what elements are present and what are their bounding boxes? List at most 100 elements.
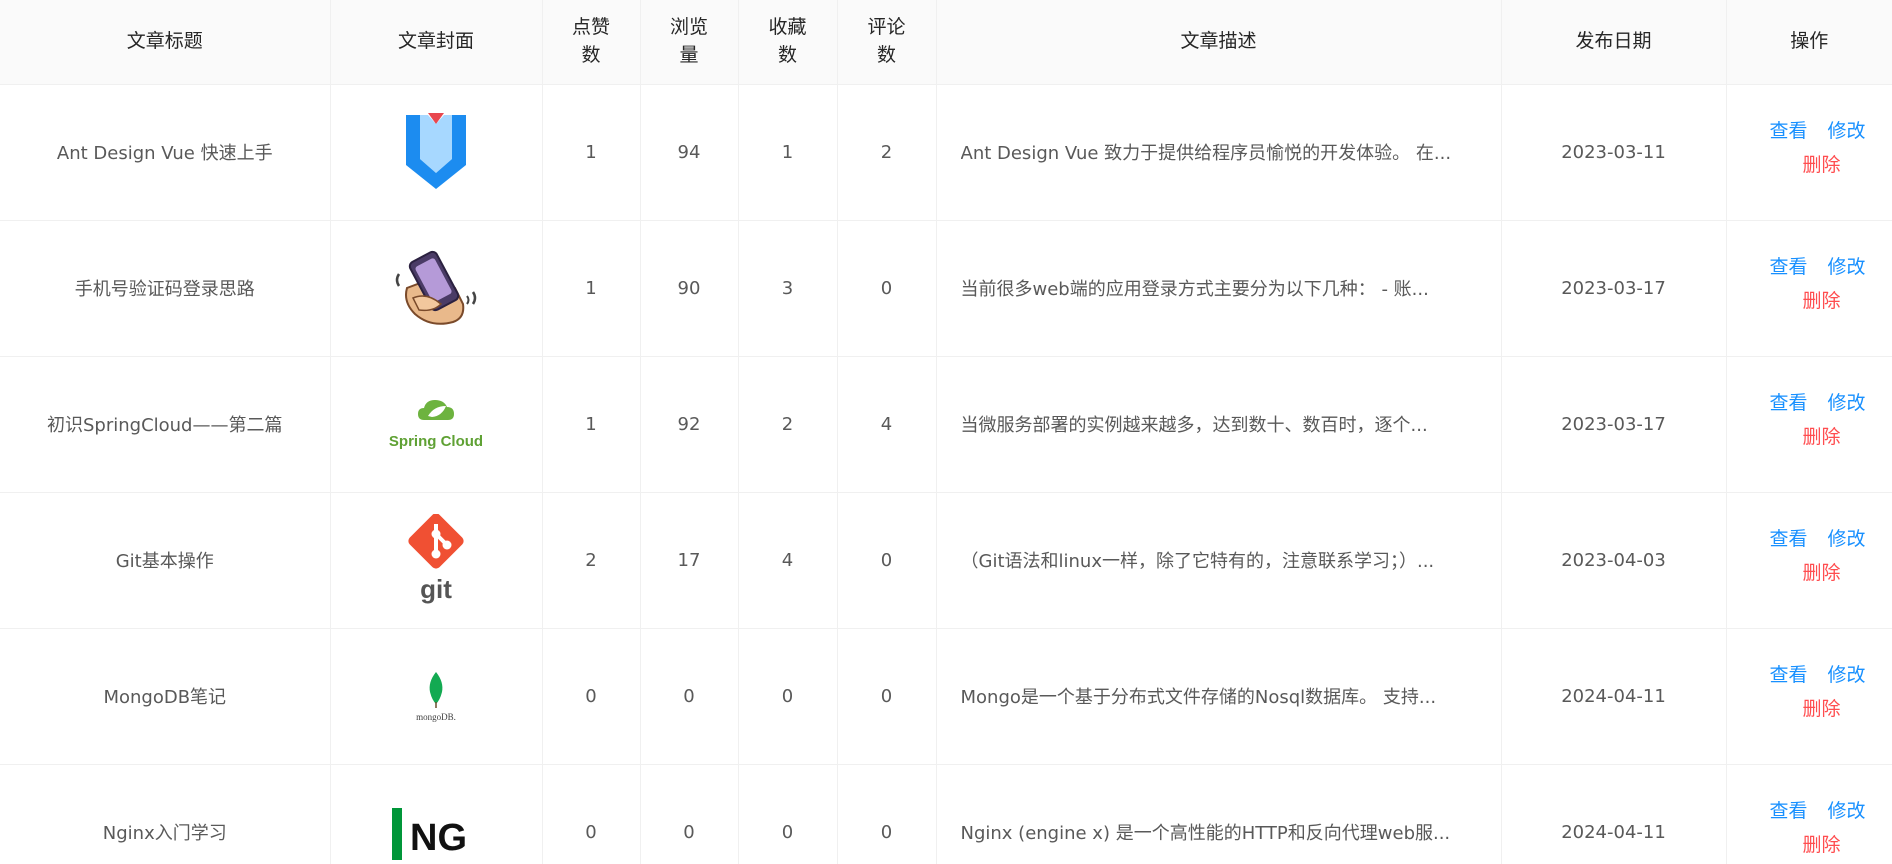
view-link[interactable]: 查看	[1770, 796, 1808, 823]
cell-likes: 1	[542, 84, 641, 221]
ant-design-vue-logo-svg	[406, 113, 466, 189]
row-actions: 查看 修改 删除	[1727, 520, 1892, 600]
article-title: MongoDB笔记	[103, 687, 227, 708]
nginx-logo-icon: NG	[388, 784, 484, 864]
spring-cloud-logo-text: Spring Cloud	[389, 433, 483, 450]
cell-actions: 查看 修改 删除	[1726, 84, 1892, 221]
cell-cover: git	[330, 492, 543, 629]
cell-title: Git基本操作	[0, 492, 331, 629]
article-table-container: 文章标题 文章封面 点赞 数 浏览 量 收藏 数 评论 数 文章描述 发布日期 …	[0, 0, 1892, 864]
table-row: Ant Design Vue 快速上手 1 94 1 2 Ant Design …	[0, 84, 1892, 221]
article-title: Git基本操作	[115, 551, 214, 572]
view-link[interactable]: 查看	[1770, 524, 1808, 551]
delete-link[interactable]: 删除	[1803, 558, 1841, 585]
spring-cloud-logo-svg: Spring Cloud	[389, 400, 483, 450]
cell-title: 初识SpringCloud——第二篇	[0, 356, 331, 493]
cell-actions: 查看 修改 删除	[1726, 492, 1892, 629]
delete-link[interactable]: 删除	[1803, 694, 1841, 721]
delete-link[interactable]: 删除	[1803, 150, 1841, 177]
git-logo-text: git	[420, 574, 452, 604]
cell-likes: 0	[542, 628, 641, 765]
cell-actions: 查看 修改 删除	[1726, 764, 1892, 864]
cell-views: 0	[640, 628, 739, 765]
delete-link[interactable]: 删除	[1803, 286, 1841, 313]
cell-cover	[330, 220, 543, 357]
cell-description: Nginx (engine x) 是一个高性能的HTTP和反向代理web服...	[936, 764, 1502, 864]
cell-views: 94	[640, 84, 739, 221]
nginx-logo-svg: NG	[392, 808, 467, 860]
cell-title: Nginx入门学习	[0, 764, 331, 864]
cell-date: 2024-04-11	[1501, 764, 1727, 864]
phone-in-hand-icon	[388, 240, 484, 336]
cell-views: 92	[640, 356, 739, 493]
cell-favorites: 4	[738, 492, 838, 629]
edit-link[interactable]: 修改	[1828, 388, 1866, 415]
row-actions: 查看 修改 删除	[1727, 656, 1892, 736]
column-header-comments: 评论 数	[837, 0, 937, 85]
cell-actions: 查看 修改 删除	[1726, 356, 1892, 493]
cell-favorites: 0	[738, 628, 838, 765]
cell-favorites: 3	[738, 220, 838, 357]
phone-in-hand-svg	[395, 250, 477, 325]
column-header-views: 浏览 量	[640, 0, 739, 85]
cell-likes: 0	[542, 764, 641, 864]
cell-title: Ant Design Vue 快速上手	[0, 84, 331, 221]
cell-comments: 4	[837, 356, 937, 493]
row-actions: 查看 修改 删除	[1727, 112, 1892, 192]
cell-comments: 0	[837, 628, 937, 765]
row-actions: 查看 修改 删除	[1727, 248, 1892, 328]
column-header-description: 文章描述	[936, 0, 1502, 85]
cell-comments: 0	[837, 492, 937, 629]
cell-description: Mongo是一个基于分布式文件存储的Nosql数据库。 支持...	[936, 628, 1502, 765]
edit-link[interactable]: 修改	[1828, 796, 1866, 823]
delete-link[interactable]: 删除	[1803, 830, 1841, 857]
article-table: 文章标题 文章封面 点赞 数 浏览 量 收藏 数 评论 数 文章描述 发布日期 …	[0, 0, 1892, 864]
spring-cloud-logo-icon: Spring Cloud	[388, 376, 484, 472]
cell-views: 0	[640, 764, 739, 864]
cell-date: 2023-03-17	[1501, 220, 1727, 357]
cell-favorites: 2	[738, 356, 838, 493]
cell-views: 17	[640, 492, 739, 629]
table-header: 文章标题 文章封面 点赞 数 浏览 量 收藏 数 评论 数 文章描述 发布日期 …	[0, 0, 1892, 85]
mongodb-logo-icon: mongoDB.	[388, 648, 484, 744]
edit-link[interactable]: 修改	[1828, 116, 1866, 143]
cell-title: MongoDB笔记	[0, 628, 331, 765]
table-row: MongoDB笔记 mongoDB. 0 0 0 0 Mongo是一个基于分布式…	[0, 628, 1892, 765]
cell-description: 当前很多web端的应用登录方式主要分为以下几种： - 账...	[936, 220, 1502, 357]
cell-likes: 1	[542, 356, 641, 493]
cell-description: Ant Design Vue 致力于提供给程序员愉悦的开发体验。 在...	[936, 84, 1502, 221]
column-header-cover: 文章封面	[330, 0, 543, 85]
cell-comments: 0	[837, 764, 937, 864]
delete-link[interactable]: 删除	[1803, 422, 1841, 449]
view-link[interactable]: 查看	[1770, 116, 1808, 143]
edit-link[interactable]: 修改	[1828, 660, 1866, 687]
cell-comments: 0	[837, 220, 937, 357]
cell-description: （Git语法和linux一样，除了它特有的，注意联系学习；）...	[936, 492, 1502, 629]
table-body: Ant Design Vue 快速上手 1 94 1 2 Ant Design …	[0, 84, 1892, 864]
cell-date: 2023-03-11	[1501, 84, 1727, 221]
row-actions: 查看 修改 删除	[1727, 792, 1892, 864]
cell-date: 2023-04-03	[1501, 492, 1727, 629]
edit-link[interactable]: 修改	[1828, 524, 1866, 551]
table-row: 手机号验证码登录思路 1 90 3 0 当前很多web端的应用登录方式主要分为以…	[0, 220, 1892, 357]
edit-link[interactable]: 修改	[1828, 252, 1866, 279]
view-link[interactable]: 查看	[1770, 660, 1808, 687]
cell-cover: Spring Cloud	[330, 356, 543, 493]
row-actions: 查看 修改 删除	[1727, 384, 1892, 464]
cell-title: 手机号验证码登录思路	[0, 220, 331, 357]
cell-likes: 2	[542, 492, 641, 629]
column-header-favorites: 收藏 数	[738, 0, 838, 85]
cell-date: 2024-04-11	[1501, 628, 1727, 765]
column-header-actions: 操作	[1726, 0, 1892, 85]
column-header-date: 发布日期	[1501, 0, 1727, 85]
cell-favorites: 1	[738, 84, 838, 221]
view-link[interactable]: 查看	[1770, 252, 1808, 279]
article-title: 手机号验证码登录思路	[74, 279, 255, 300]
cell-likes: 1	[542, 220, 641, 357]
article-title: Nginx入门学习	[102, 823, 227, 844]
view-link[interactable]: 查看	[1770, 388, 1808, 415]
table-row: Nginx入门学习 NG 0 0 0 0 Nginx (engine x) 是一…	[0, 764, 1892, 864]
cell-cover	[330, 84, 543, 221]
cell-actions: 查看 修改 删除	[1726, 220, 1892, 357]
cell-favorites: 0	[738, 764, 838, 864]
